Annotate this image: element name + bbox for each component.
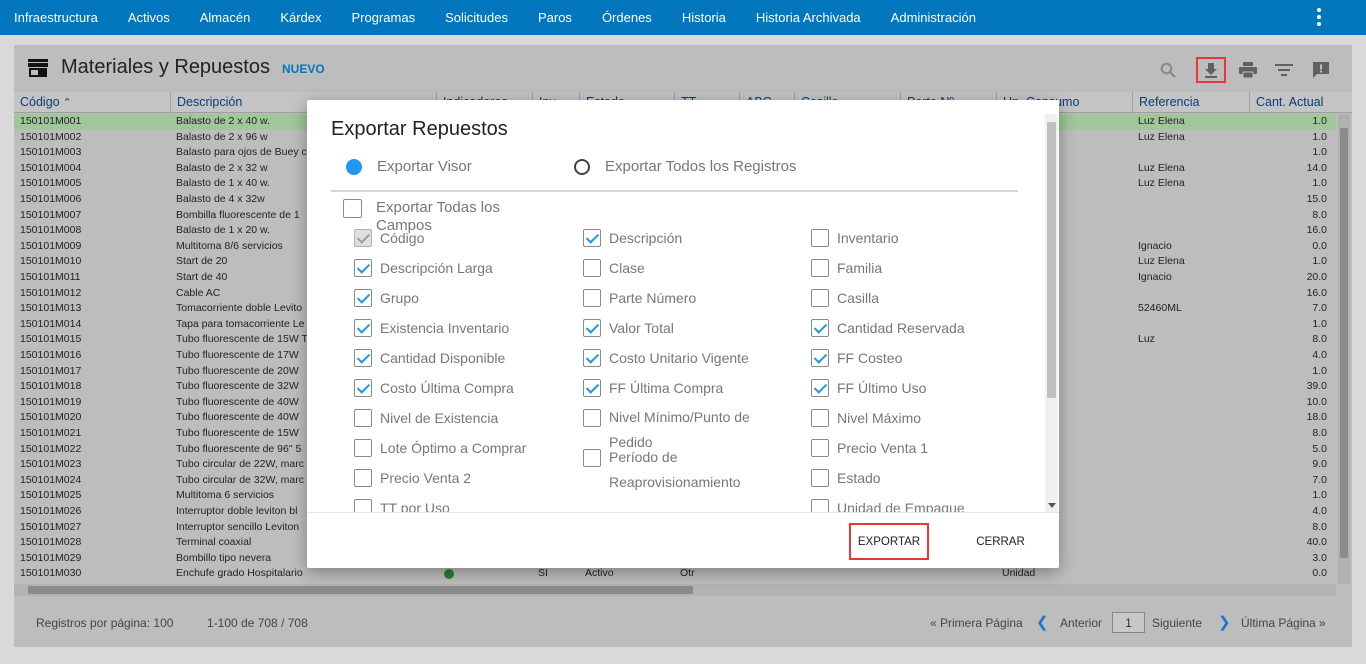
- field-checkbox-label: Unidad de Empaque: [837, 500, 965, 512]
- field-checkbox[interactable]: Valor Total: [583, 319, 674, 337]
- field-checkbox-label: Existencia Inventario: [380, 320, 510, 336]
- checkbox-icon: [811, 229, 829, 247]
- checkbox-icon: [583, 289, 601, 307]
- checkbox-checked-icon: [811, 319, 829, 337]
- field-checkbox-label: FF Último Uso: [837, 380, 927, 396]
- checkbox-icon: [354, 469, 372, 487]
- field-checkbox[interactable]: Descripción: [583, 229, 682, 247]
- checkbox-icon: [811, 289, 829, 307]
- field-checkbox-label: Costo Última Compra: [380, 380, 514, 396]
- checkbox-icon: [583, 449, 601, 467]
- checkbox-checked-icon: [354, 349, 372, 367]
- field-checkbox[interactable]: FF Último Uso: [811, 379, 926, 397]
- field-checkbox[interactable]: Grupo: [354, 289, 419, 307]
- checkbox-icon: [811, 469, 829, 487]
- field-checkbox[interactable]: Lote Óptimo a Comprar: [354, 439, 526, 457]
- field-checkbox[interactable]: Descripción Larga: [354, 259, 493, 277]
- close-button[interactable]: CERRAR: [963, 525, 1038, 558]
- checkbox-checked-icon: [354, 289, 372, 307]
- checkbox-icon: [811, 439, 829, 457]
- radio-unselected-icon: [574, 158, 590, 175]
- field-checkbox[interactable]: Parte Número: [583, 289, 696, 307]
- field-checkbox-label: Cantidad Disponible: [380, 350, 506, 366]
- dialog-title: Exportar Repuestos: [331, 118, 508, 140]
- field-checkbox[interactable]: Período de Reaprovisionamiento: [583, 449, 784, 495]
- checkbox-checked-icon: [354, 319, 372, 337]
- checkbox-icon: [354, 499, 372, 512]
- field-checkbox-label: Período de Reaprovisionamiento: [609, 449, 741, 490]
- scroll-down-icon[interactable]: [1048, 503, 1056, 508]
- field-checkbox[interactable]: Código: [354, 229, 424, 247]
- field-checkbox[interactable]: Costo Última Compra: [354, 379, 514, 397]
- divider: [331, 190, 1018, 192]
- field-checkbox-label: Precio Venta 2: [380, 470, 472, 486]
- checkbox-icon: [811, 499, 829, 512]
- checkbox-checked-icon: [583, 229, 601, 247]
- field-checkbox-label: TT por Uso: [380, 500, 450, 512]
- checkbox-checked-icon: [354, 379, 372, 397]
- field-checkbox-label: Clase: [609, 260, 645, 276]
- checkbox-icon: [583, 259, 601, 277]
- checkbox-icon: [354, 409, 372, 427]
- field-checkbox-label: Nivel de Existencia: [380, 410, 499, 426]
- field-checkbox[interactable]: Precio Venta 1: [811, 439, 928, 457]
- field-checkbox-label: Descripción: [609, 230, 683, 246]
- field-checkbox-label: Código: [380, 230, 425, 246]
- field-checkbox-label: Descripción Larga: [380, 260, 493, 276]
- field-checkbox-label: Valor Total: [609, 320, 674, 336]
- field-checkbox-label: Costo Unitario Vigente: [609, 350, 749, 366]
- checkbox-checked-icon: [583, 349, 601, 367]
- field-checkbox-label: Estado: [837, 470, 881, 486]
- field-checkbox[interactable]: Clase: [583, 259, 645, 277]
- radio-export-all-records[interactable]: Exportar Todos los Registros: [574, 158, 796, 175]
- checkbox-checked-icon: [811, 379, 829, 397]
- field-checkbox[interactable]: Nivel de Existencia: [354, 409, 498, 427]
- field-checkbox-label: FF Última Compra: [609, 380, 724, 396]
- field-checkbox[interactable]: Casilla: [811, 289, 879, 307]
- field-checkbox[interactable]: Familia: [811, 259, 882, 277]
- field-checkbox-label: Nivel Máximo: [837, 410, 922, 426]
- checkbox-checked-icon: [583, 319, 601, 337]
- field-checkbox[interactable]: TT por Uso: [354, 499, 450, 512]
- dialog-footer: EXPORTAR CERRAR: [307, 512, 1059, 568]
- checkbox-checked-icon: [583, 379, 601, 397]
- checkbox-icon: [343, 199, 362, 218]
- radio-export-visor[interactable]: Exportar Visor: [346, 158, 472, 175]
- field-checkbox[interactable]: Unidad de Empaque: [811, 499, 965, 512]
- checkbox-icon: [354, 439, 372, 457]
- radio-selected-icon: [346, 158, 362, 175]
- field-checkbox[interactable]: FF Costeo: [811, 349, 902, 367]
- checkbox-icon: [811, 409, 829, 427]
- field-checkbox-label: Familia: [837, 260, 883, 276]
- field-checkbox-label: Inventario: [837, 230, 899, 246]
- field-checkbox-label: FF Costeo: [837, 350, 903, 366]
- field-checkbox-label: Grupo: [380, 290, 419, 306]
- field-checkbox[interactable]: Cantidad Reservada: [811, 319, 965, 337]
- checkbox-checked-icon: [354, 259, 372, 277]
- export-button[interactable]: EXPORTAR: [849, 523, 929, 560]
- dialog-scrollbar[interactable]: [1045, 114, 1058, 512]
- checkbox-icon: [811, 259, 829, 277]
- field-checkbox[interactable]: Precio Venta 2: [354, 469, 471, 487]
- field-checkbox[interactable]: Costo Unitario Vigente: [583, 349, 749, 367]
- field-checkbox[interactable]: Estado: [811, 469, 881, 487]
- field-checkbox[interactable]: Nivel Máximo: [811, 409, 921, 427]
- field-checkbox-label: Parte Número: [609, 290, 697, 306]
- dialog-body: Exportar Visor Exportar Todos los Regist…: [307, 152, 1045, 512]
- checkbox-checked-icon: [811, 349, 829, 367]
- field-checkbox-label: Precio Venta 1: [837, 440, 929, 456]
- field-checkbox-label: Lote Óptimo a Comprar: [380, 440, 527, 456]
- field-checkbox[interactable]: Existencia Inventario: [354, 319, 509, 337]
- field-checkbox-label: Casilla: [837, 290, 880, 306]
- field-checkbox[interactable]: Inventario: [811, 229, 898, 247]
- field-checkbox-label: Cantidad Reservada: [837, 320, 965, 336]
- checkbox-icon: [583, 409, 601, 427]
- field-checkbox[interactable]: FF Última Compra: [583, 379, 723, 397]
- field-checkbox[interactable]: Cantidad Disponible: [354, 349, 505, 367]
- export-dialog: Exportar Repuestos Exportar Visor Export…: [307, 100, 1059, 568]
- checkbox-checked-icon: [354, 229, 372, 247]
